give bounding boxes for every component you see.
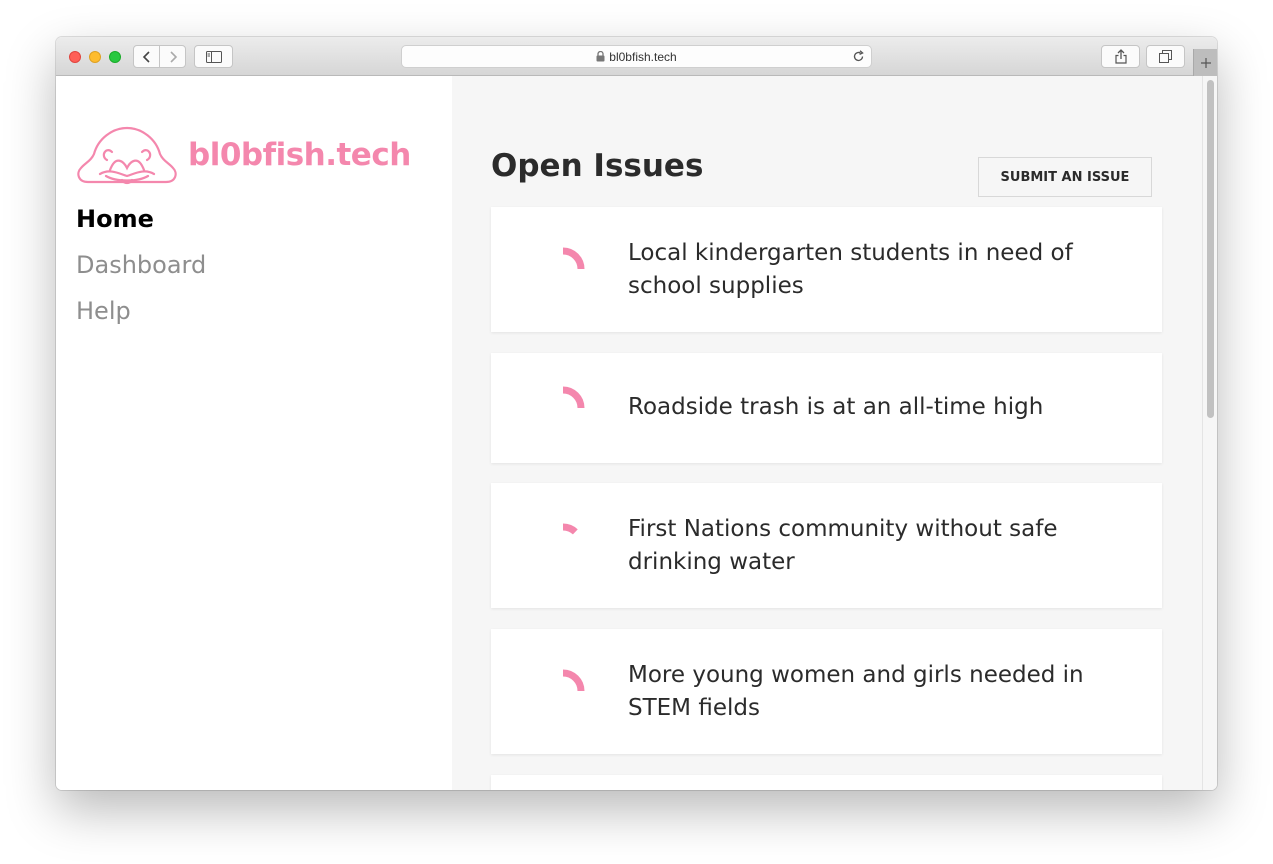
main-panel: Open Issues SUBMIT AN ISSUE Local kinder… xyxy=(452,76,1202,790)
progress-arc xyxy=(562,247,585,270)
issue-title: Local kindergarten students in need of s… xyxy=(628,240,1073,299)
close-window-button[interactable] xyxy=(69,51,81,63)
minimize-window-button[interactable] xyxy=(89,51,101,63)
reload-icon[interactable] xyxy=(852,50,865,63)
progress-ring-icon xyxy=(562,247,585,270)
url-text: bl0bfish.tech xyxy=(609,49,677,64)
lock-icon xyxy=(596,51,605,62)
issue-title: First Nations community without safe dri… xyxy=(628,516,1058,575)
issue-card[interactable]: Local kindergarten students in need of s… xyxy=(491,207,1162,332)
brand-name: bl0bfish.tech xyxy=(188,137,411,173)
issue-card[interactable] xyxy=(491,775,1162,790)
nav-item-home[interactable]: Home xyxy=(76,202,206,248)
progress-arc xyxy=(562,669,585,692)
page-content: bl0bfish.tech Home Dashboard Help Open I… xyxy=(56,76,1217,790)
progress-arc xyxy=(562,523,578,535)
browser-window: bl0bfish.tech bl0bfish.tech Home Dashboa… xyxy=(56,37,1217,790)
scrollbar[interactable] xyxy=(1202,76,1217,790)
new-tab-button[interactable] xyxy=(1193,49,1217,76)
submit-issue-button[interactable]: SUBMIT AN ISSUE xyxy=(978,157,1152,197)
issue-card[interactable]: More young women and girls needed in STE… xyxy=(491,629,1162,754)
share-button[interactable] xyxy=(1101,45,1140,68)
browser-toolbar: bl0bfish.tech xyxy=(56,37,1217,76)
zoom-window-button[interactable] xyxy=(109,51,121,63)
address-bar[interactable]: bl0bfish.tech xyxy=(401,45,872,68)
history-nav xyxy=(133,45,186,68)
chevron-left-icon xyxy=(142,50,150,63)
issue-title: More young women and girls needed in STE… xyxy=(628,662,1084,721)
nav-item-dashboard[interactable]: Dashboard xyxy=(76,248,206,294)
progress-arc xyxy=(562,386,585,409)
tabs-icon xyxy=(1159,50,1172,63)
share-icon xyxy=(1114,49,1127,64)
issue-card[interactable]: Roadside trash is at an all-time high xyxy=(491,353,1162,463)
forward-button[interactable] xyxy=(159,46,185,67)
sidebar: bl0bfish.tech Home Dashboard Help xyxy=(56,76,452,790)
scrollbar-thumb[interactable] xyxy=(1207,80,1214,418)
tabs-overview-button[interactable] xyxy=(1146,45,1185,68)
brand[interactable]: bl0bfish.tech xyxy=(76,124,411,186)
plus-icon xyxy=(1200,57,1211,68)
back-button[interactable] xyxy=(134,46,159,67)
blobfish-logo-icon xyxy=(77,126,177,185)
sidebar-toggle-button[interactable] xyxy=(194,45,233,68)
progress-ring-icon xyxy=(562,386,585,409)
chevron-right-icon xyxy=(169,50,177,63)
progress-ring-icon xyxy=(562,523,578,535)
issue-card[interactable]: First Nations community without safe dri… xyxy=(491,483,1162,608)
issue-title: Roadside trash is at an all-time high xyxy=(628,394,1044,420)
sidebar-icon xyxy=(205,50,222,63)
nav-item-help[interactable]: Help xyxy=(76,294,206,340)
page-title: Open Issues xyxy=(491,148,704,184)
progress-ring-icon xyxy=(562,669,585,692)
main-nav: Home Dashboard Help xyxy=(76,202,206,340)
